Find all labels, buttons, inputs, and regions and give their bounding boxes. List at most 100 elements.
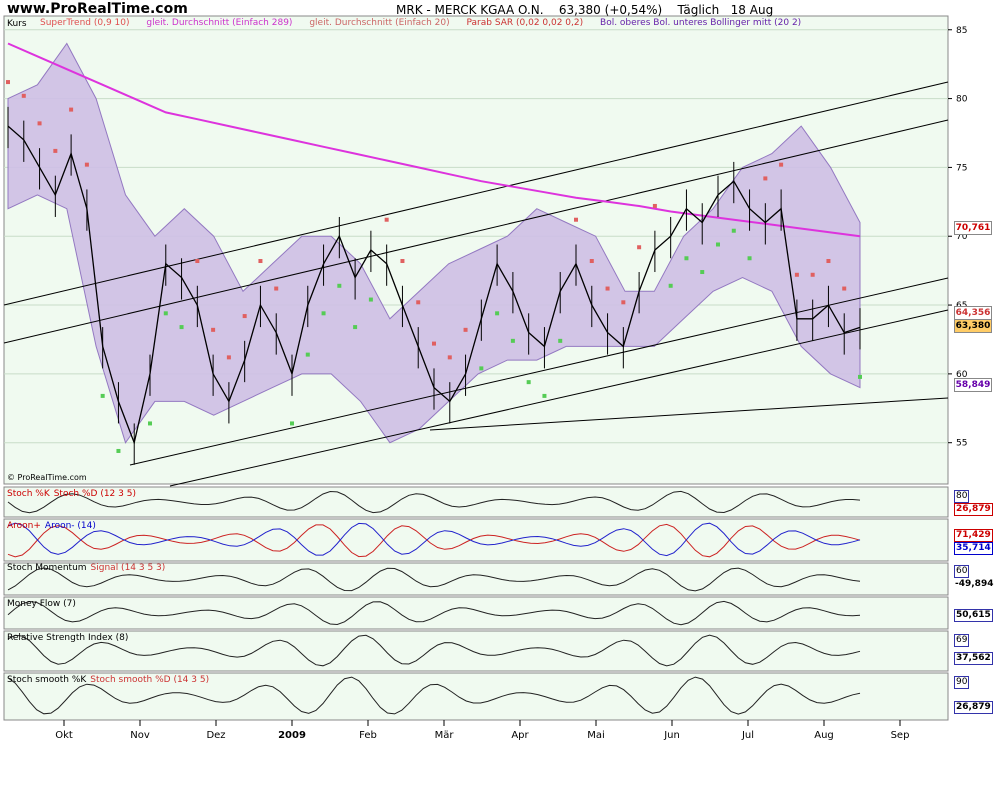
quote-value: 63,380 (+0,54%) xyxy=(558,3,663,17)
sar-dot xyxy=(21,93,26,98)
sar-dot xyxy=(163,311,168,316)
sar-dot xyxy=(589,259,594,264)
sar-dot xyxy=(290,421,294,426)
aroon-down-box: 35,714 xyxy=(954,542,993,555)
legend-item: gleit. Durchschnitt (Einfach 289) xyxy=(146,18,293,28)
x-tick-label: Jun xyxy=(663,730,680,741)
sar-dot xyxy=(37,121,42,126)
sar-dot xyxy=(731,228,736,233)
sar-dot xyxy=(84,162,89,167)
sar-dot xyxy=(463,327,468,332)
sar-dot xyxy=(605,286,610,291)
main-legend: SuperTrend (0,9 10) gleit. Durchschnitt … xyxy=(40,18,815,28)
legend-item: SuperTrend (0,9 10) xyxy=(40,18,130,28)
sar-dot xyxy=(558,338,563,343)
x-tick-label: Dez xyxy=(206,730,225,741)
sar-dot xyxy=(747,256,752,261)
ticker-title: MRK - MERCK KGAA O.N. 63,380 (+0,54%) Tä… xyxy=(396,3,773,17)
y-tick-label: 80 xyxy=(956,95,968,105)
indicator-panel-bg xyxy=(3,630,949,672)
y-tick-label: 85 xyxy=(956,26,967,36)
sar-dot xyxy=(148,421,152,426)
sar-dot xyxy=(368,297,373,302)
x-tick-label: Aug xyxy=(814,730,834,741)
moneyflow-value-box: 50,615 xyxy=(954,609,993,622)
price-label-ma20: 64,356 xyxy=(954,306,992,320)
x-tick-label: Okt xyxy=(55,730,73,741)
sar-dot xyxy=(179,325,184,330)
sar-dot xyxy=(794,272,799,277)
sar-dot xyxy=(400,259,405,264)
sar-dot xyxy=(6,80,10,85)
stoch-scale-box: 80 xyxy=(954,490,970,503)
sar-dot xyxy=(716,242,720,247)
sar-dot xyxy=(810,272,815,277)
period-label: Täglich xyxy=(677,3,720,17)
aroon-up-box: 71,429 xyxy=(954,529,993,542)
sar-dot xyxy=(826,259,831,264)
panel-momentum-label: Stoch Momentum Signal (14 3 5 3) xyxy=(7,563,166,573)
stochsmooth-value-box: 26,879 xyxy=(954,701,993,714)
sar-dot xyxy=(321,311,326,316)
date-label: 18 Aug xyxy=(730,3,774,17)
sar-dot xyxy=(337,283,342,288)
sar-dot xyxy=(526,380,531,385)
sar-dot xyxy=(495,311,500,316)
sar-dot xyxy=(384,217,389,222)
indicator-panel-bg xyxy=(3,518,949,562)
sar-dot xyxy=(353,325,358,330)
sar-dot xyxy=(842,286,847,291)
panel-rsi-label: Relative Strength Index (8) xyxy=(7,633,129,643)
site-watermark[interactable]: www.ProRealTime.com xyxy=(7,1,188,17)
sar-dot xyxy=(684,256,689,261)
rsi-scale-box: 69 xyxy=(954,634,970,647)
momentum-value-box: -49,894 xyxy=(954,579,995,590)
x-tick-label: Sep xyxy=(891,730,910,741)
sar-dot xyxy=(242,314,247,319)
x-tick-label: Apr xyxy=(511,730,529,741)
x-tick-label: Mai xyxy=(587,730,605,741)
sar-dot xyxy=(542,393,547,398)
x-tick-label: Nov xyxy=(130,730,150,741)
legend-item: Bol. oberes Bol. unteres Bollinger mitt … xyxy=(600,18,802,28)
sar-dot xyxy=(574,217,578,222)
sar-dot xyxy=(510,338,515,343)
x-tick-label: Mär xyxy=(435,730,455,741)
indicator-panel-bg xyxy=(3,596,949,630)
price-label-ma289: 70,761 xyxy=(954,221,992,235)
sar-dot xyxy=(779,162,784,167)
sar-dot xyxy=(69,107,74,112)
main-panel-label: Kurs xyxy=(7,19,27,29)
sar-dot xyxy=(652,203,657,208)
sar-dot xyxy=(858,374,862,379)
price-label-close: 63,380 xyxy=(954,319,992,333)
sar-dot xyxy=(621,300,626,305)
price-label-bol-lower: 58,849 xyxy=(954,378,992,392)
sar-dot xyxy=(116,448,121,453)
sar-dot xyxy=(447,355,452,360)
stochsmooth-scale-box: 90 xyxy=(954,676,970,689)
sar-dot xyxy=(432,341,436,346)
sar-dot xyxy=(274,286,279,291)
panel-moneyflow-label: Money Flow (7) xyxy=(7,599,76,609)
x-tick-label: Jul xyxy=(741,730,754,741)
sar-dot xyxy=(100,393,105,398)
sar-dot xyxy=(226,355,231,360)
sar-dot xyxy=(258,259,263,264)
stoch-value-box: 26,879 xyxy=(954,503,993,516)
panel-aroon-label: Aroon+ Aroon- (14) xyxy=(7,521,96,531)
sar-dot xyxy=(211,327,216,332)
panel-stoch-label: Stoch %K Stoch %D (12 3 5) xyxy=(7,489,136,499)
legend-item: gleit. Durchschnitt (Einfach 20) xyxy=(309,18,450,28)
sar-dot xyxy=(700,270,705,275)
sar-dot xyxy=(668,283,673,288)
ticker-name: MRK - MERCK KGAA O.N. xyxy=(396,3,544,17)
sar-dot xyxy=(416,300,421,305)
panel-stochsmooth-label: Stoch smooth %K Stoch smooth %D (14 3 5) xyxy=(7,675,210,685)
momentum-scale-box: 60 xyxy=(954,565,970,578)
sar-dot xyxy=(195,259,200,264)
sar-dot xyxy=(479,366,484,371)
copyright-label: © ProRealTime.com xyxy=(7,473,87,482)
sar-dot xyxy=(305,352,310,357)
x-tick-label: Feb xyxy=(359,730,377,741)
